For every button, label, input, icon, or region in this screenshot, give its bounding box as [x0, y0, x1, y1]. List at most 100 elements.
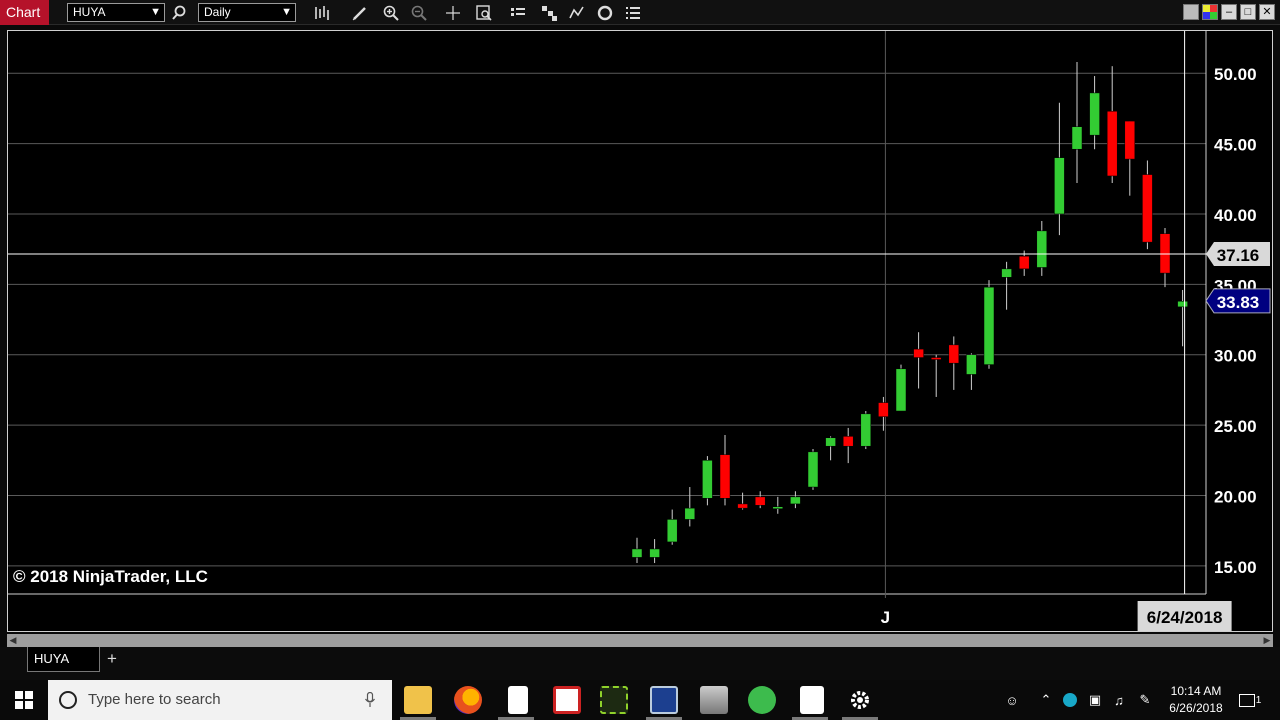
candle-up	[1089, 92, 1100, 136]
candle-up	[807, 451, 819, 488]
candle-up	[772, 506, 784, 509]
copyright-text: © 2018 NinjaTrader, LLC	[13, 567, 208, 586]
windows-logo-icon	[15, 691, 33, 709]
properties-icon[interactable]	[507, 2, 529, 23]
chevron-up-icon[interactable]: ⌃	[1036, 680, 1056, 720]
close-icon[interactable]: ✕	[1259, 4, 1275, 20]
crosshair-price-label: 37.16	[1217, 246, 1260, 265]
y-tick-label: 20.00	[1214, 487, 1257, 506]
app-green-robot-icon[interactable]	[748, 686, 776, 714]
app-server-icon[interactable]	[700, 686, 728, 714]
y-tick-label: 30.00	[1214, 347, 1257, 366]
candle-up	[860, 413, 872, 447]
chevron-down-icon: ▼	[281, 6, 292, 18]
candle-up	[825, 437, 836, 447]
document-icon[interactable]	[508, 686, 528, 714]
candle-up	[702, 460, 713, 499]
microphone-icon[interactable]	[364, 692, 376, 708]
interval-value: Daily	[204, 5, 231, 19]
refresh-icon[interactable]	[594, 2, 616, 23]
tab-huya[interactable]: HUYA	[27, 647, 100, 672]
pen-icon[interactable]: ✎	[1134, 680, 1156, 720]
candle-up	[684, 507, 696, 520]
y-tick-label: 45.00	[1214, 136, 1257, 155]
candle-down	[737, 503, 748, 509]
taskbar-clock[interactable]: 10:14 AM 6/26/2018	[1160, 683, 1232, 717]
candle-down	[1159, 233, 1171, 274]
x-tick-label: J	[881, 608, 890, 627]
app-root: Chart HUYA ▼ Daily ▼ – □ ✕ 15.00 20.00 2…	[0, 0, 1280, 720]
add-tab-button[interactable]: +	[102, 649, 122, 669]
price-chart[interactable]: 15.0020.0025.0030.0035.0040.0045.0050.00…	[8, 31, 1272, 631]
candle-up	[1036, 230, 1048, 268]
minimize-icon[interactable]: –	[1221, 4, 1237, 20]
volume-icon[interactable]: ♫	[1108, 680, 1130, 720]
clock-date: 6/26/2018	[1169, 701, 1223, 715]
chart-tab-row: HUYA +	[0, 647, 1280, 680]
candle-down	[948, 344, 960, 364]
candle-down	[842, 436, 854, 447]
firefox-icon[interactable]	[454, 686, 482, 714]
start-button[interactable]	[0, 680, 48, 720]
indicators-icon[interactable]	[566, 2, 588, 23]
scroll-right-icon[interactable]: ▶	[1261, 634, 1273, 647]
instrument-value: HUYA	[73, 5, 106, 19]
candle-up	[790, 496, 801, 505]
windows-taskbar: Type here to search ☺ ⌃ ▣ ♫ ✎ 10:14 AM 6…	[0, 680, 1280, 720]
network-icon[interactable]: ▣	[1084, 680, 1106, 720]
instrument-selector[interactable]: HUYA ▼	[67, 3, 165, 22]
settings-gear-icon[interactable]	[846, 686, 874, 714]
people-icon[interactable]: ☺	[1000, 680, 1024, 720]
candle-up	[1177, 300, 1188, 308]
color-icon[interactable]	[1202, 4, 1218, 20]
app-red-icon[interactable]	[553, 686, 581, 714]
zoom-in-icon[interactable]	[380, 2, 402, 23]
chart-panel[interactable]: 15.00 20.00 25.00 30.00 35.00 40.00 45.00 50.00…	[7, 30, 1273, 632]
chart-window-title: Chart	[0, 0, 49, 25]
maximize-icon[interactable]: □	[1240, 4, 1256, 20]
app-notes-icon[interactable]	[800, 686, 824, 714]
draw-pencil-icon[interactable]	[349, 2, 371, 23]
app-green-icon[interactable]	[600, 686, 628, 714]
clock-time: 10:14 AM	[1170, 684, 1222, 698]
chart-toolbar: Chart HUYA ▼ Daily ▼ – □ ✕	[0, 0, 1280, 25]
scroll-left-icon[interactable]: ◀	[7, 634, 19, 647]
cortana-circle-icon	[59, 691, 77, 709]
interval-selector[interactable]: Daily ▼	[198, 3, 296, 22]
search-placeholder: Type here to search	[88, 691, 221, 708]
zoom-out-icon[interactable]	[408, 2, 430, 23]
app-blue-icon[interactable]	[650, 686, 678, 714]
file-explorer-icon[interactable]	[404, 686, 432, 714]
candle-up	[1071, 126, 1083, 150]
search-icon[interactable]	[168, 2, 190, 23]
data-box-icon[interactable]	[473, 2, 495, 23]
candle-down	[1124, 120, 1136, 160]
candle-down	[1018, 255, 1030, 270]
candle-up	[666, 519, 678, 543]
candle-up	[1054, 157, 1065, 215]
candle-down	[754, 496, 766, 506]
strategies-icon[interactable]	[538, 2, 560, 23]
list-icon[interactable]	[622, 2, 644, 23]
notification-center-icon[interactable]: 1	[1236, 680, 1264, 720]
y-tick-label: 25.00	[1214, 417, 1257, 436]
taskbar-search-box[interactable]: Type here to search	[48, 680, 392, 720]
crosshair-icon[interactable]	[442, 2, 464, 23]
horizontal-scrollbar[interactable]: ◀ ▶	[7, 634, 1273, 647]
last-price-label: 33.83	[1217, 293, 1260, 312]
y-tick-label: 40.00	[1214, 206, 1257, 225]
restore-icon[interactable]	[1183, 4, 1199, 20]
candle-up	[1001, 268, 1012, 278]
candle-up	[966, 354, 977, 375]
y-tick-label: 50.00	[1214, 65, 1257, 84]
browser-tray-icon[interactable]	[1060, 680, 1080, 720]
candle-down	[1142, 174, 1153, 243]
candle-up	[983, 286, 995, 365]
chevron-down-icon: ▼	[150, 6, 161, 18]
candle-up	[631, 548, 643, 558]
candle-down	[913, 348, 924, 358]
crosshair-date-label: 6/24/2018	[1147, 608, 1223, 627]
bar-type-icon[interactable]	[311, 2, 333, 23]
candle-up	[895, 368, 907, 412]
candle-down	[1106, 110, 1118, 177]
